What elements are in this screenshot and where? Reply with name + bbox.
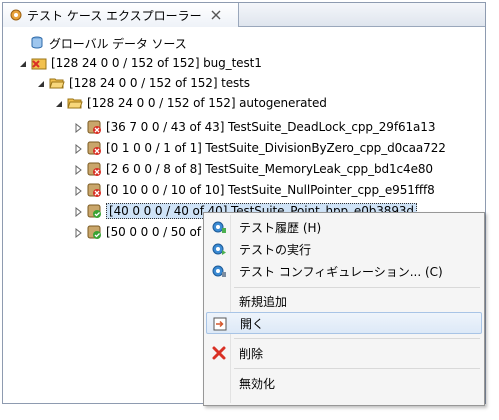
- open-icon: [212, 316, 228, 332]
- menu-item-test-configuration[interactable]: テスト コンフィギュレーション... (C): [206, 260, 482, 282]
- tree-item-label: [2 6 0 0 / 8 of 8] TestSuite_MemoryLeak_…: [106, 162, 433, 176]
- collapsed-arrow-icon[interactable]: [73, 185, 83, 197]
- menu-separator: [234, 338, 480, 339]
- expanded-arrow-icon[interactable]: [18, 58, 28, 68]
- tree-item-label: [0 10 0 0 / 10 of 10] TestSuite_NullPoin…: [106, 183, 435, 197]
- tree-item-label: [128 24 0 0 / 152 of 152] bug_test1: [51, 56, 262, 70]
- passed-test-suite-icon: [86, 224, 102, 240]
- menu-item-label: 無効化: [239, 376, 276, 391]
- tree-item-suite-deadlock[interactable]: [36 7 0 0 / 43 of 43] TestSuite_DeadLock…: [73, 117, 435, 137]
- tree-item-tests[interactable]: [128 24 0 0 / 152 of 152] tests: [36, 73, 250, 93]
- menu-item-delete[interactable]: 削除: [206, 342, 482, 364]
- failed-test-suite-icon: [86, 140, 102, 156]
- failed-test-suite-icon: [86, 161, 102, 177]
- menu-item-run-tests[interactable]: テストの実行: [206, 238, 482, 260]
- tree-item-label: グローバル データ ソース: [49, 36, 187, 51]
- menu-item-label: テスト履歴 (H): [239, 220, 322, 235]
- menu-item-label: 新規追加: [239, 294, 288, 309]
- delete-icon: [211, 345, 227, 361]
- menu-item-label: 開く: [240, 316, 265, 331]
- failed-test-suite-icon: [86, 182, 102, 198]
- failed-project-icon: [31, 55, 47, 71]
- tree-item-label: [0 1 0 0 / 1 of 1] TestSuite_DivisionByZ…: [106, 141, 446, 155]
- view-tab-bar: テスト ケース エクスプローラー: [3, 3, 485, 27]
- collapsed-arrow-icon[interactable]: [73, 143, 83, 155]
- menu-item-test-history[interactable]: テスト履歴 (H): [206, 216, 482, 238]
- tree-item-suite-divisionbyzero[interactable]: [0 1 0 0 / 1 of 1] TestSuite_DivisionByZ…: [73, 138, 446, 158]
- menu-item-disable[interactable]: 無効化: [206, 372, 482, 394]
- close-icon[interactable]: [210, 9, 222, 21]
- tree-item-autogenerated[interactable]: [128 24 0 0 / 152 of 152] autogenerated: [54, 93, 327, 113]
- menu-item-add-new[interactable]: 新規追加: [206, 290, 482, 312]
- tree-item-label: [50 0 0 0 / 50 of: [106, 225, 201, 239]
- menu-item-open[interactable]: 開く: [206, 312, 482, 334]
- context-menu: テスト履歴 (H) テストの実行 テスト コンフィギュレーション... (C) …: [203, 212, 485, 406]
- expanded-arrow-icon[interactable]: [36, 78, 46, 88]
- tree-item-suite-memoryleak[interactable]: [2 6 0 0 / 8 of 8] TestSuite_MemoryLeak_…: [73, 159, 433, 179]
- tree-item-bug-test1[interactable]: [128 24 0 0 / 152 of 152] bug_test1: [18, 53, 262, 73]
- collapsed-arrow-icon[interactable]: [73, 122, 83, 134]
- test-history-icon: [211, 219, 227, 235]
- tree-item-suite-partial[interactable]: [50 0 0 0 / 50 of: [73, 222, 201, 242]
- menu-separator: [234, 287, 480, 288]
- data-source-icon: [29, 35, 45, 51]
- menu-item-label: テスト コンフィギュレーション... (C): [239, 264, 443, 279]
- tree-item-label: [128 24 0 0 / 152 of 152] autogenerated: [87, 96, 327, 110]
- tab-test-case-explorer[interactable]: テスト ケース エクスプローラー: [3, 3, 239, 27]
- collapsed-arrow-icon[interactable]: [73, 206, 83, 218]
- explorer-gear-icon: [9, 8, 23, 22]
- tree-item-label: [36 7 0 0 / 43 of 43] TestSuite_DeadLock…: [106, 120, 436, 134]
- tree-item-label: [128 24 0 0 / 152 of 152] tests: [69, 76, 250, 90]
- collapsed-arrow-icon[interactable]: [73, 164, 83, 176]
- menu-separator: [234, 368, 480, 369]
- passed-test-suite-icon: [86, 203, 102, 219]
- tree-item-suite-nullpointer[interactable]: [0 10 0 0 / 10 of 10] TestSuite_NullPoin…: [73, 180, 435, 200]
- menu-item-label: テストの実行: [239, 242, 312, 257]
- open-folder-icon: [67, 95, 83, 111]
- failed-test-suite-icon: [86, 119, 102, 135]
- test-configuration-icon: [211, 263, 227, 279]
- tree-item-global-data-source[interactable]: グローバル データ ソース: [29, 33, 187, 53]
- run-tests-icon: [211, 241, 227, 257]
- menu-item-label: 削除: [239, 346, 264, 361]
- tab-label: テスト ケース エクスプローラー: [27, 8, 202, 23]
- expanded-arrow-icon[interactable]: [54, 98, 64, 108]
- open-folder-icon: [49, 75, 65, 91]
- collapsed-arrow-icon[interactable]: [73, 227, 83, 239]
